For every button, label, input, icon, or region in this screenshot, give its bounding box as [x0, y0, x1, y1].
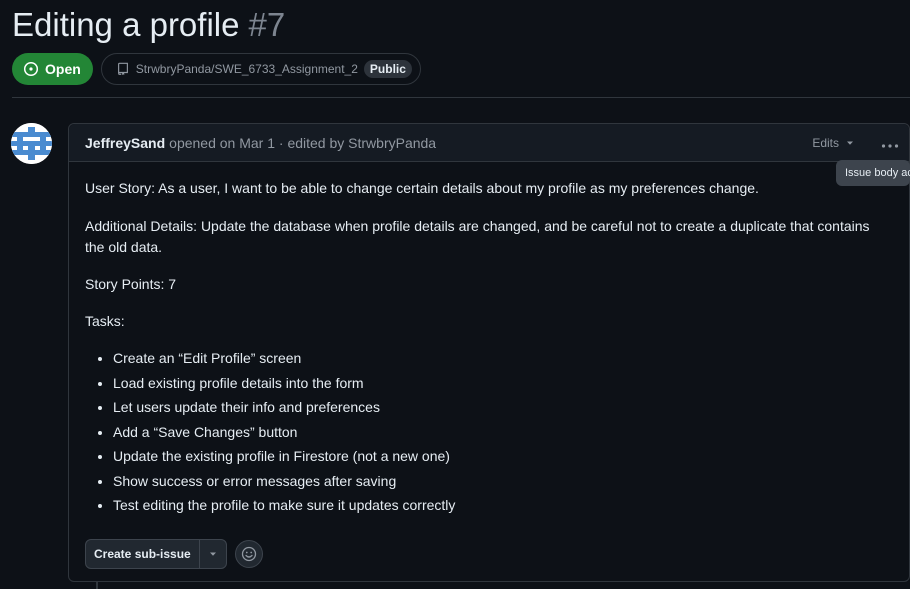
additional-details-text: Additional Details: Update the database … — [85, 218, 870, 255]
tasks-heading: Tasks: — [85, 313, 125, 329]
story-points-text: Story Points: 7 — [85, 276, 177, 292]
comment-footer: Create sub-issue — [85, 539, 263, 569]
issue-title-row: Editing a profile #7 — [12, 6, 285, 44]
user-story-text: User Story: As a user, I want to be able… — [85, 180, 759, 196]
author-link[interactable]: JeffreySand — [85, 135, 165, 151]
repo-name: StrwbryPanda/SWE_6733_Assignment_2 — [135, 62, 358, 76]
repo-icon — [117, 62, 128, 76]
smiley-icon — [241, 546, 256, 562]
header-divider — [12, 97, 910, 98]
state-label: Open — [45, 61, 81, 77]
kebab-horizontal-icon[interactable] — [881, 134, 899, 152]
list-item: Let users update their info and preferen… — [113, 397, 455, 422]
comment-meta: opened on Mar 1 · edited by StrwbryPanda — [169, 134, 437, 151]
visibility-badge: Public — [363, 60, 412, 78]
issue-body-comment: JeffreySand opened on Mar 1 · edited by … — [68, 123, 910, 582]
edits-label: Edits — [812, 135, 839, 150]
state-badge: Open — [12, 53, 93, 85]
triangle-down-icon — [209, 552, 216, 556]
triangle-down-icon — [847, 141, 853, 145]
issue-opened-icon — [23, 61, 39, 77]
issue-page: Editing a profile #7 Open StrwbryPanda/S… — [0, 0, 910, 589]
list-item: Create an “Edit Profile” screen — [113, 348, 455, 373]
repo-link[interactable]: StrwbryPanda/SWE_6733_Assignment_2 Publi… — [100, 53, 421, 85]
timeline-connector — [96, 582, 98, 589]
add-reaction-button[interactable] — [234, 540, 263, 568]
create-sub-issue-split-button: Create sub-issue — [85, 539, 227, 569]
avatar[interactable] — [11, 123, 52, 164]
issue-title: Editing a profile — [12, 6, 240, 43]
edits-dropdown[interactable]: Edits — [812, 136, 855, 150]
list-item: Show success or error messages after sav… — [113, 471, 455, 496]
list-item: Load existing profile details into the f… — [113, 373, 455, 398]
issue-body-tooltip: Issue body ac — [836, 160, 910, 186]
create-sub-issue-dropdown[interactable] — [198, 540, 226, 568]
identicon-avatar — [11, 123, 52, 164]
list-item: Update the existing profile in Firestore… — [113, 446, 455, 471]
task-list: Create an “Edit Profile” screen Load exi… — [85, 348, 455, 520]
create-sub-issue-button[interactable]: Create sub-issue — [86, 540, 199, 568]
list-item: Test editing the profile to make sure it… — [113, 495, 455, 520]
list-item: Add a “Save Changes” button — [113, 422, 455, 447]
issue-number: #7 — [248, 6, 286, 43]
comment-header: JeffreySand opened on Mar 1 · edited by … — [69, 124, 909, 162]
issue-meta-row: Open StrwbryPanda/SWE_6733_Assignment_2 … — [12, 53, 421, 85]
